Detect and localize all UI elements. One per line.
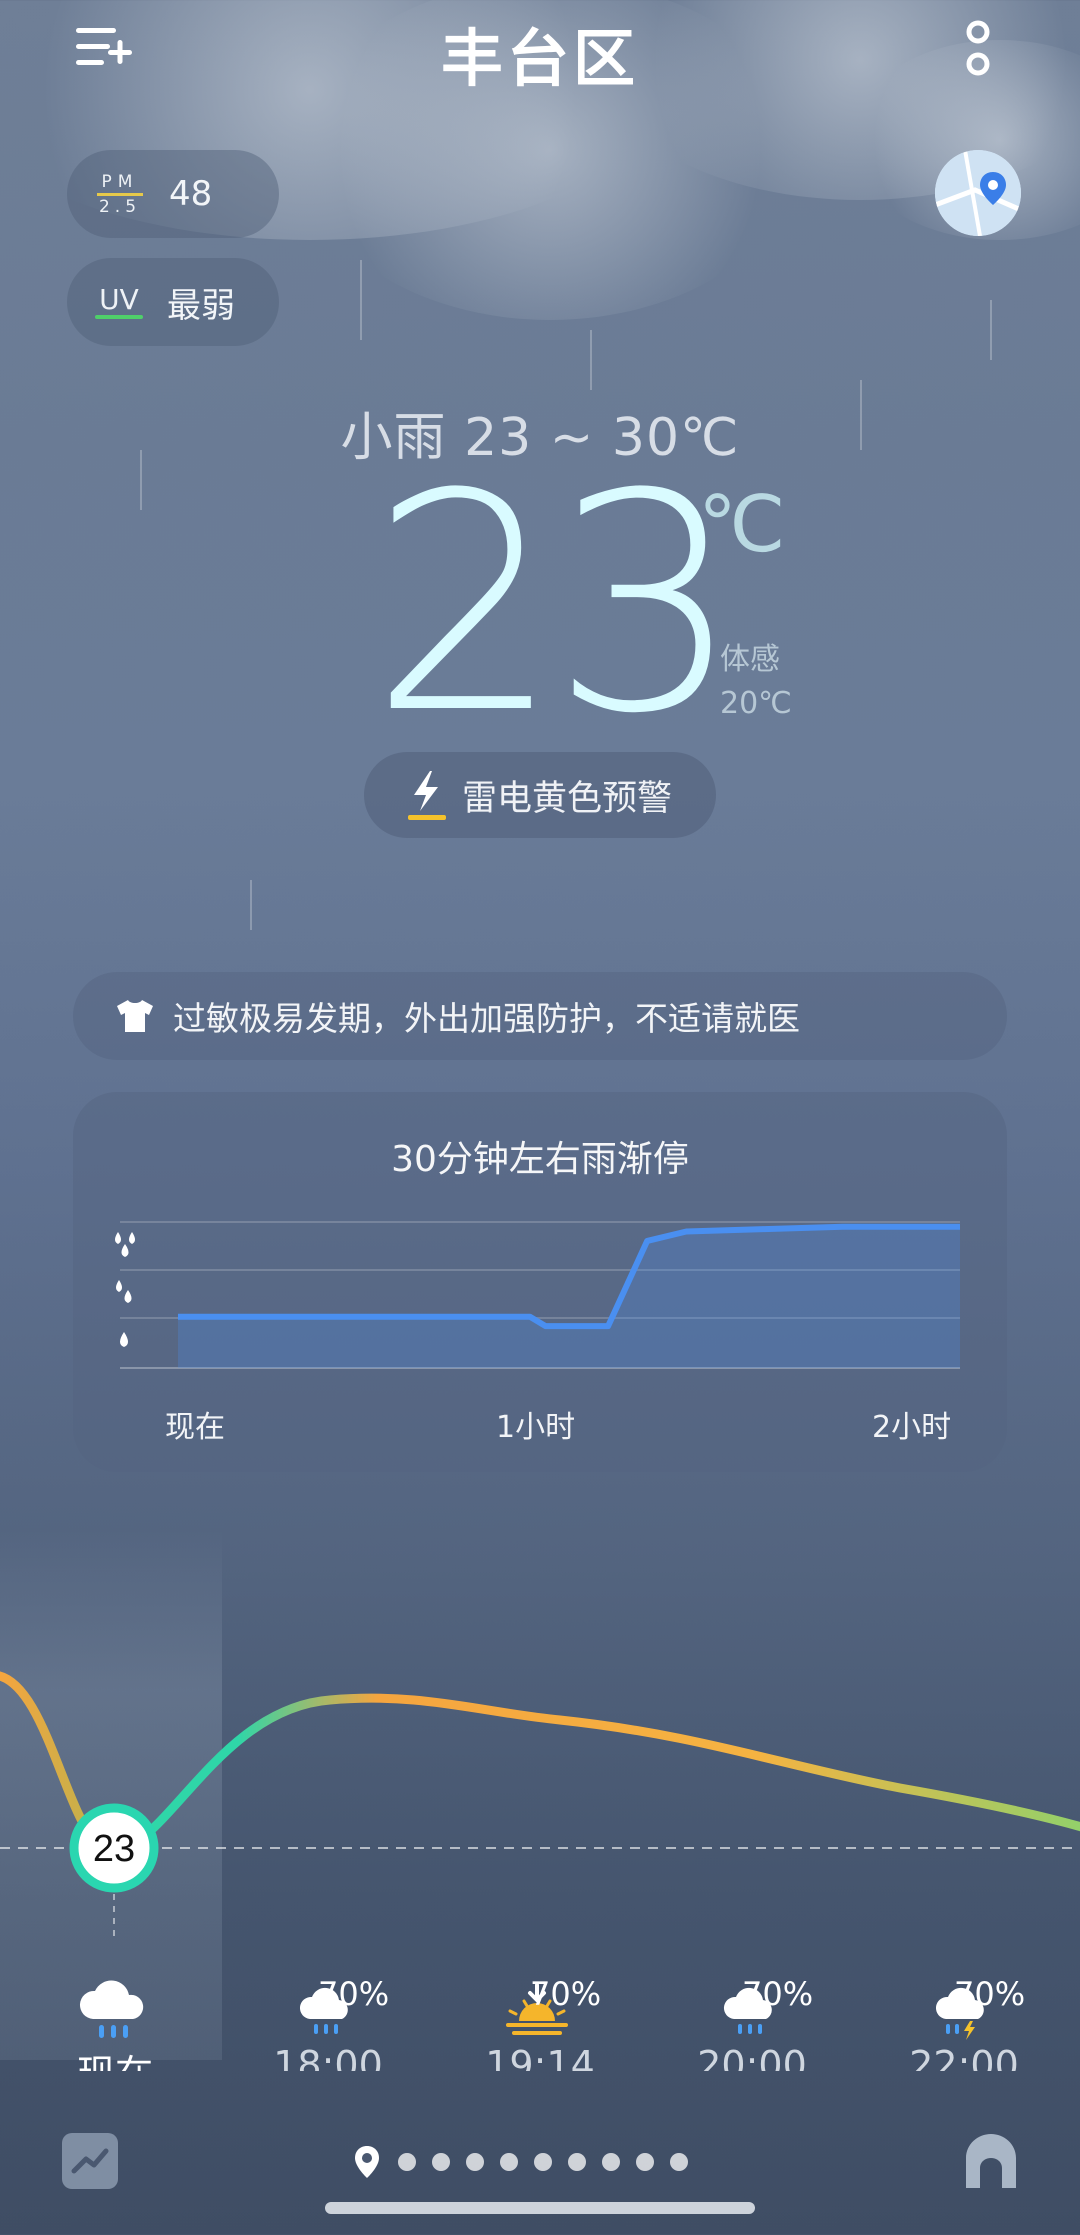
alert-text: 雷电黄色预警 xyxy=(462,778,673,819)
hourly-time: 19:14 xyxy=(485,2043,595,2071)
more-vertical-icon xyxy=(966,20,990,76)
hourly-time: 18:00 xyxy=(273,2043,383,2071)
precipitation-forecast-card[interactable]: 30分钟左右雨渐停 现在 1小时 2小时 xyxy=(73,1092,1007,1472)
hourly-time: 20:00 xyxy=(697,2043,807,2071)
rain-cloud-icon xyxy=(79,1980,144,2038)
x-label-2h: 2小时 xyxy=(872,1410,952,1445)
x-label-1h: 1小时 xyxy=(496,1410,576,1445)
city-title: 丰台区 xyxy=(440,22,639,95)
precipitation-area xyxy=(178,1226,960,1368)
now-temperature-marker-value: 23 xyxy=(93,1828,135,1870)
page-dot xyxy=(602,2153,620,2171)
trend-chart-icon xyxy=(71,2148,109,2174)
city-page-indicator[interactable] xyxy=(352,2146,688,2178)
uv-value: 最弱 xyxy=(167,285,235,326)
page-dot xyxy=(466,2153,484,2171)
location-pin-icon xyxy=(355,2146,379,2178)
gesture-home-indicator[interactable] xyxy=(325,2202,755,2214)
trend-chart-button[interactable] xyxy=(62,2133,118,2189)
uv-label: UV xyxy=(95,285,143,319)
life-tip-banner[interactable]: 过敏极易发期，外出加强防护，不适请就医 xyxy=(73,972,1007,1060)
hourly-precip-chance: 70% xyxy=(530,1975,602,2013)
page-dot xyxy=(534,2153,552,2171)
page-dot xyxy=(398,2153,416,2171)
rain-intensity-moderate-icon xyxy=(116,1280,132,1303)
hourly-time: 22:00 xyxy=(909,2043,1019,2071)
map-pin-icon xyxy=(935,150,1021,236)
pm25-value: 48 xyxy=(169,174,213,214)
hourly-precip-chance: 70% xyxy=(954,1975,1026,2013)
lightning-icon xyxy=(408,771,446,820)
home-button[interactable] xyxy=(958,2128,1024,2194)
more-options-button[interactable] xyxy=(948,18,1008,82)
current-temperature: 23 xyxy=(370,430,742,779)
feels-like-value: 20℃ xyxy=(720,686,792,721)
pm25-label: PM 2.5 xyxy=(97,171,143,217)
shirt-icon xyxy=(117,1000,153,1032)
temperature-curve xyxy=(0,1671,1080,1853)
hourly-time: 现在 xyxy=(25,2043,205,2071)
page-dot xyxy=(568,2153,586,2171)
rain-intensity-heavy-icon xyxy=(115,1232,135,1257)
page-dot xyxy=(432,2153,450,2171)
feels-like: 体感 20℃ xyxy=(720,638,792,726)
hourly-precip-chance: 70% xyxy=(742,1975,814,2013)
temperature-unit: ℃ xyxy=(698,480,786,570)
page-dot xyxy=(500,2153,518,2171)
hourly-precip-chance: 70% xyxy=(318,1975,390,2013)
map-button[interactable] xyxy=(935,150,1021,236)
tip-text: 过敏极易发期，外出加强防护，不适请就医 xyxy=(173,999,800,1038)
weather-alert-button[interactable]: 雷电黄色预警 xyxy=(364,752,716,838)
page-dot xyxy=(670,2153,688,2171)
rain-intensity-light-icon xyxy=(120,1332,128,1347)
home-icon xyxy=(966,2134,1016,2188)
page-dot xyxy=(636,2153,654,2171)
uv-chip[interactable]: UV 最弱 xyxy=(67,258,279,346)
x-label-now: 现在 xyxy=(165,1410,225,1445)
pm25-chip[interactable]: PM 2.5 48 xyxy=(67,150,279,238)
feels-like-label: 体感 xyxy=(720,642,780,677)
